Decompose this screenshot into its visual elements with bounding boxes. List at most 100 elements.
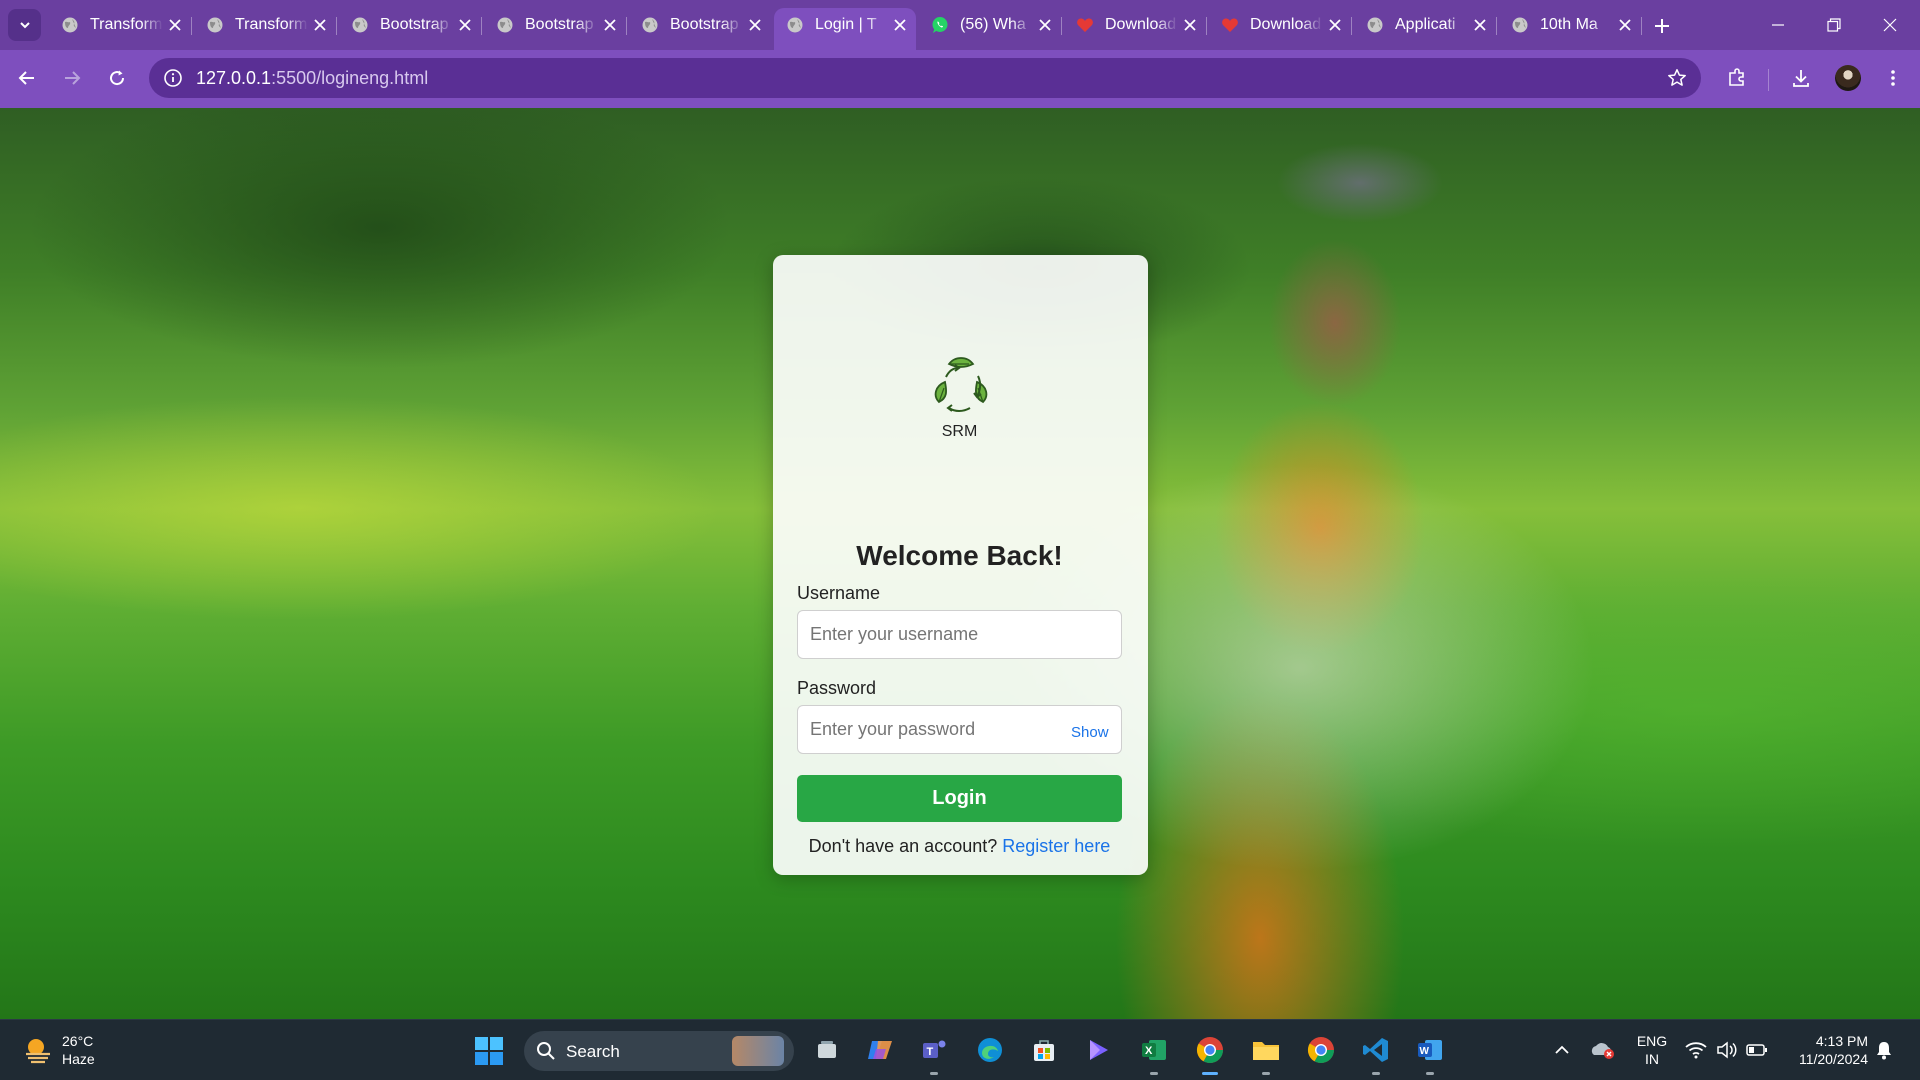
tab-close-button[interactable] (888, 13, 912, 37)
tab-close-button[interactable] (598, 13, 622, 37)
microsoft-store-icon[interactable] (1028, 1034, 1060, 1066)
clock[interactable]: 4:13 PM 11/20/2024 (1784, 1032, 1868, 1068)
username-label: Username (797, 583, 881, 603)
chrome-icon[interactable] (1194, 1034, 1226, 1075)
show-hidden-icons-button[interactable] (1546, 1034, 1578, 1066)
show-password-toggle[interactable]: Show (1071, 724, 1109, 741)
extensions-button[interactable] (1720, 61, 1754, 95)
plus-icon (1655, 19, 1669, 33)
chrome-profile-icon[interactable] (1305, 1034, 1337, 1066)
word-icon[interactable]: W (1414, 1034, 1446, 1075)
tab-separator (1061, 17, 1062, 35)
edge-icon[interactable] (974, 1034, 1006, 1066)
windows-taskbar: 26°C Haze Search T X W ENG IN 4:13 PM 11… (0, 1019, 1920, 1080)
tab[interactable]: Bootstrap (629, 9, 771, 41)
tab-title: Bootstrap (525, 16, 594, 33)
downloads-button[interactable] (1784, 61, 1818, 95)
browser-menu-button[interactable] (1876, 61, 1910, 95)
close-icon (314, 19, 326, 31)
tab-close-button[interactable] (1323, 13, 1347, 37)
tab-title: Transform (235, 16, 308, 33)
tab[interactable]: Bootstrap (339, 9, 482, 41)
address-bar[interactable]: 127.0.0.1:5500/logineng.html (149, 58, 1701, 98)
url-path: :5500/logineng.html (271, 68, 429, 88)
tab-close-button[interactable] (163, 13, 187, 37)
vscode-icon[interactable] (1360, 1034, 1392, 1075)
svg-text:W: W (1420, 1046, 1430, 1057)
tab-title: Bootstrap (670, 16, 739, 33)
clock-time: 4:13 PM (1815, 1033, 1868, 1049)
wifi-icon[interactable] (1680, 1034, 1712, 1066)
tab[interactable]: 10th Ma (1499, 9, 1642, 41)
minimize-button[interactable] (1750, 0, 1806, 50)
tab-search-button[interactable] (8, 9, 41, 41)
url-host: 127.0.0.1 (196, 68, 272, 88)
bookmark-star-icon[interactable] (1665, 66, 1689, 90)
tab[interactable]: Transform (49, 9, 192, 41)
volume-icon[interactable] (1711, 1034, 1743, 1066)
tab-close-button[interactable] (1033, 13, 1057, 37)
tab[interactable]: Download (1209, 9, 1352, 41)
copilot-icon[interactable] (864, 1034, 896, 1066)
tab-title: Download (1250, 16, 1322, 33)
globe-icon (351, 16, 369, 34)
tab-close-button[interactable] (453, 13, 477, 37)
active-app-indicator (1202, 1072, 1218, 1075)
close-icon (749, 19, 761, 31)
battery-icon[interactable] (1741, 1034, 1773, 1066)
tab-close-button[interactable] (1613, 13, 1637, 37)
tab-close-button[interactable] (743, 13, 767, 37)
register-prompt-text: Don't have an account? (808, 836, 998, 856)
brand-name: SRM (941, 423, 978, 440)
tab-close-button[interactable] (308, 13, 332, 37)
profile-avatar[interactable] (1835, 65, 1861, 91)
search-icon (537, 1042, 555, 1060)
tab-title: Download (1105, 16, 1177, 33)
close-icon (459, 19, 471, 31)
tab[interactable]: Bootstrap (484, 9, 627, 41)
whatsapp-icon (931, 16, 949, 34)
language-code: ENG (1636, 1033, 1668, 1049)
reload-button[interactable] (100, 61, 134, 95)
search-highlight-image (732, 1036, 784, 1066)
taskbar-search-box[interactable]: Search (524, 1031, 794, 1071)
excel-icon[interactable]: X (1138, 1034, 1170, 1075)
tab-active[interactable]: Login | T (774, 8, 916, 50)
reload-icon (110, 70, 125, 86)
tab[interactable]: Download (1064, 9, 1207, 41)
login-page-background: SRM Welcome Back! Username Password Show… (0, 108, 1920, 1019)
globe-icon (1366, 16, 1384, 34)
register-link[interactable]: Register here (1002, 836, 1110, 856)
language-indicator[interactable]: ENG IN (1632, 1032, 1672, 1068)
teams-icon[interactable]: T (918, 1034, 950, 1075)
start-button[interactable] (474, 1036, 504, 1071)
media-player-icon[interactable] (1082, 1034, 1114, 1066)
new-tab-button[interactable] (1648, 12, 1676, 40)
login-button[interactable]: Login (797, 775, 1122, 822)
file-explorer-icon[interactable] (1250, 1034, 1282, 1075)
arrow-right-icon (65, 71, 81, 85)
tab[interactable]: Transform (194, 9, 337, 41)
close-icon (604, 19, 616, 31)
back-button[interactable] (10, 61, 44, 95)
site-info-icon[interactable] (161, 66, 185, 90)
username-input[interactable] (797, 610, 1122, 659)
globe-icon (641, 16, 659, 34)
weather-widget[interactable]: 26°C Haze (22, 1032, 95, 1068)
url-text[interactable]: 127.0.0.1:5500/logineng.html (196, 68, 428, 89)
tab-separator (1641, 17, 1642, 35)
tab[interactable]: (56) Wha (919, 9, 1062, 41)
tab-close-button[interactable] (1178, 13, 1202, 37)
tab-title: Applicati (1395, 16, 1456, 33)
arrow-left-icon (18, 71, 34, 85)
taskbar-search-label: Search (566, 1042, 620, 1061)
restore-button[interactable] (1806, 0, 1862, 50)
forward-button[interactable] (55, 61, 89, 95)
task-view-icon[interactable] (811, 1034, 843, 1066)
notifications-bell-icon[interactable] (1868, 1034, 1900, 1066)
close-window-button[interactable] (1862, 0, 1918, 50)
tab-close-button[interactable] (1468, 13, 1492, 37)
onedrive-error-icon[interactable] (1586, 1034, 1618, 1066)
tab[interactable]: Applicati (1354, 9, 1497, 41)
heart-icon (1221, 16, 1239, 34)
